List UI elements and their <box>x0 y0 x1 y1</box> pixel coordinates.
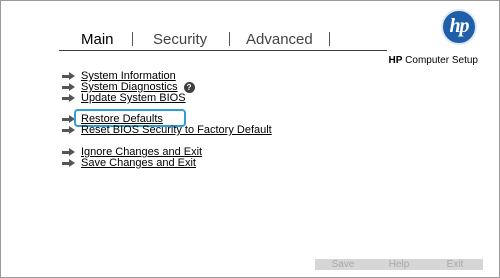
product-title-brand: HP <box>388 55 403 66</box>
bios-setup-window: Main Security Advanced hp HP Computer Se… <box>0 0 500 278</box>
menu-item-label[interactable]: Update System BIOS <box>81 92 186 104</box>
arrow-right-icon <box>62 71 76 81</box>
help-button[interactable]: Help <box>371 259 427 270</box>
arrow-right-icon <box>62 125 76 135</box>
hp-logo: hp <box>441 9 477 45</box>
menu-item-label[interactable]: Reset BIOS Security to Factory Default <box>81 124 272 136</box>
arrow-right-icon <box>62 93 76 103</box>
tab-separator <box>132 32 133 46</box>
tab-separator <box>229 32 230 46</box>
tab-separator <box>329 32 330 46</box>
tab-advanced[interactable]: Advanced <box>246 31 313 48</box>
arrow-right-icon <box>62 147 76 157</box>
product-title: HP Computer Setup <box>388 55 478 66</box>
arrow-right-icon <box>62 158 76 168</box>
hp-logo-text: hp <box>449 15 469 37</box>
menu-item-update-system-bios[interactable]: Update System BIOS <box>62 92 186 104</box>
save-button[interactable]: Save <box>315 259 371 270</box>
tab-underline <box>59 50 387 51</box>
help-icon[interactable]: ? <box>183 81 195 93</box>
arrow-right-icon <box>62 82 76 92</box>
product-title-name: Computer Setup <box>402 55 478 66</box>
menu-item-save-changes-exit[interactable]: Save Changes and Exit <box>62 157 196 169</box>
menu-item-label[interactable]: Save Changes and Exit <box>81 157 196 169</box>
exit-button[interactable]: Exit <box>427 259 483 270</box>
tab-security[interactable]: Security <box>153 31 207 48</box>
tab-main[interactable]: Main <box>81 31 114 48</box>
menu-item-reset-bios-security[interactable]: Reset BIOS Security to Factory Default <box>62 124 272 136</box>
